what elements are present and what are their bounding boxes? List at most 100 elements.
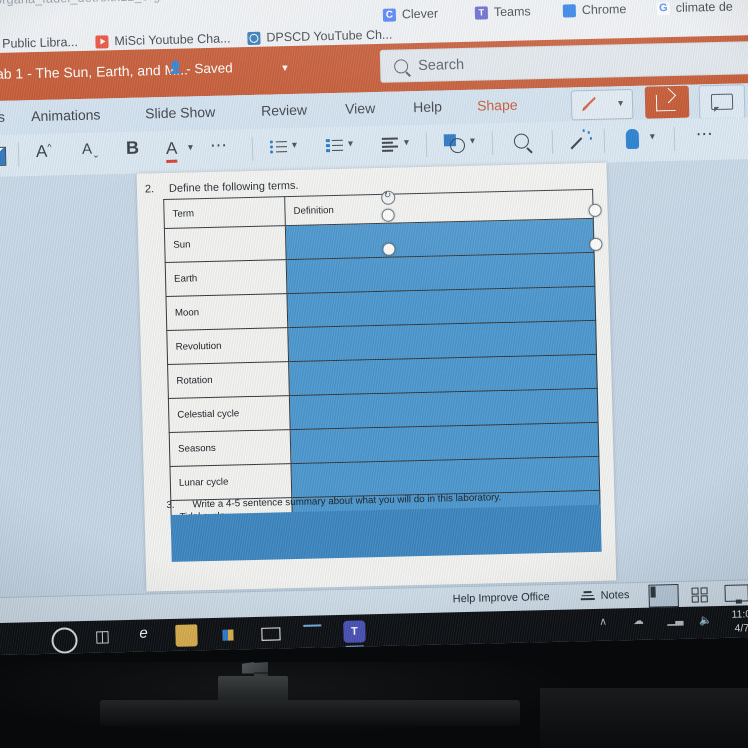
decrease-font-size-icon[interactable]: A⌄: [82, 141, 100, 161]
bold-icon[interactable]: B: [126, 138, 139, 159]
bookmark-teams[interactable]: T Teams: [474, 4, 531, 20]
bookmark-chrome[interactable]: Chrome: [562, 2, 626, 18]
chevron-down-icon[interactable]: ▾: [348, 139, 353, 150]
clock-date: 4/7/2021: [734, 621, 748, 635]
onedrive-icon[interactable]: ☁: [633, 615, 644, 627]
comments-button[interactable]: [698, 84, 746, 120]
address-bar-text[interactable]: morgana_fadel_detroitk12_org/...: [0, 0, 175, 7]
tab-review[interactable]: Review: [261, 102, 307, 119]
slide-canvas-area: 2. Define the following terms. Term Defi…: [0, 158, 748, 602]
term-cell[interactable]: Earth: [165, 259, 287, 297]
save-state-label[interactable]: - Saved: [186, 60, 233, 76]
help-improve-office-link[interactable]: Help Improve Office: [453, 591, 550, 605]
pen-icon: [582, 97, 596, 111]
search-icon: [393, 58, 409, 74]
tab-animations[interactable]: Animations: [31, 106, 101, 124]
bookmark-label: Teams: [493, 4, 531, 20]
numbering-icon[interactable]: [325, 138, 344, 153]
toolbar-divider: [491, 131, 494, 156]
person-icon: 👤: [167, 60, 184, 75]
bookmark-label: Clever: [401, 6, 439, 22]
teams-icon[interactable]: T: [343, 620, 366, 643]
slide-sorter-button[interactable]: [686, 583, 714, 605]
chevron-down-icon[interactable]: ▾: [188, 142, 193, 153]
taskbar-clock[interactable]: 11:08 AM 4/7/2021: [731, 607, 748, 636]
align-icon[interactable]: [381, 136, 399, 152]
question-2-text: Define the following terms.: [168, 179, 299, 195]
question-2-number: 2.: [144, 183, 155, 196]
network-icon[interactable]: ▁▃: [667, 614, 683, 626]
reading-view-button[interactable]: [724, 584, 748, 602]
toolbar-divider: [673, 126, 676, 151]
term-cell[interactable]: Sun: [164, 225, 287, 263]
term-cell[interactable]: Moon: [165, 293, 288, 331]
notes-icon: [580, 591, 595, 601]
task-view-icon[interactable]: ◫: [91, 626, 114, 649]
bookmark-dpscd-youtube[interactable]: DPSCD YouTube Ch...: [247, 27, 393, 45]
share-button[interactable]: [644, 85, 690, 119]
toolbar-divider: [551, 129, 554, 154]
shape-fill-icon[interactable]: [0, 146, 7, 167]
toolbar-divider: [251, 136, 254, 161]
chevron-down-icon[interactable]: ▾: [282, 61, 288, 74]
tab-slide-show[interactable]: Slide Show: [145, 104, 215, 122]
term-cell[interactable]: Seasons: [169, 429, 291, 467]
term-cell[interactable]: Rotation: [167, 361, 290, 399]
chevron-down-icon[interactable]: ▾: [470, 136, 475, 147]
more-commands-icon[interactable]: ⋯: [696, 124, 715, 143]
answer-text-box[interactable]: [170, 504, 602, 562]
chrome-favicon: [562, 3, 577, 18]
screen-content: morgana_fadel_detroitk12_org/... C Cleve…: [0, 0, 748, 656]
tab-view[interactable]: View: [345, 100, 375, 117]
more-font-options-icon[interactable]: ⋯: [210, 135, 229, 154]
notes-button[interactable]: Notes: [601, 589, 630, 602]
ink-icon[interactable]: [625, 128, 640, 150]
chevron-down-icon[interactable]: ▾: [404, 137, 409, 148]
chevron-down-icon[interactable]: ▾: [618, 98, 623, 109]
pen-tool-button[interactable]: ▾: [570, 88, 634, 121]
search-input[interactable]: Search: [379, 40, 748, 83]
file-explorer-icon[interactable]: [175, 624, 198, 647]
search-placeholder: Search: [417, 56, 465, 74]
show-hidden-icons-button[interactable]: ∧: [599, 616, 607, 628]
document-title[interactable]: Lab 1 - The Sun, Earth, and M...: [0, 61, 188, 82]
tab-transitions[interactable]: ions: [0, 109, 5, 126]
tab-shape[interactable]: Shape: [477, 97, 518, 114]
slide[interactable]: 2. Define the following terms. Term Defi…: [136, 162, 617, 592]
bookmark-label: DPSCD YouTube Ch...: [266, 27, 393, 45]
bookmark-public-library[interactable]: oit Public Libra...: [0, 35, 78, 51]
bookmark-label: climate de: [675, 0, 733, 15]
designer-icon[interactable]: [570, 129, 592, 150]
chevron-down-icon[interactable]: ▾: [292, 140, 297, 151]
bookmark-clever[interactable]: C Clever: [382, 6, 439, 22]
increase-font-size-icon[interactable]: A^: [36, 142, 52, 162]
comment-tail-icon: [714, 106, 720, 113]
font-color-icon[interactable]: A: [165, 138, 178, 163]
desk-surface: [540, 688, 748, 748]
term-cell[interactable]: Celestial cycle: [168, 395, 291, 433]
bookmark-label: MiSci Youtube Cha...: [114, 31, 231, 49]
normal-view-button[interactable]: [648, 583, 679, 608]
clever-favicon: C: [382, 7, 397, 22]
teams-favicon: T: [474, 5, 489, 20]
selection-handle-top-right[interactable]: [588, 203, 602, 218]
bookmark-misci-youtube[interactable]: MiSci Youtube Cha...: [95, 31, 231, 49]
google-favicon: G: [656, 1, 670, 15]
cortana-icon[interactable]: [51, 627, 78, 654]
chevron-down-icon[interactable]: ▾: [650, 131, 655, 142]
term-cell[interactable]: Revolution: [166, 327, 289, 365]
find-icon[interactable]: [513, 133, 530, 149]
term-cell[interactable]: Lunar cycle: [169, 463, 292, 501]
keyboard-edge: [100, 700, 520, 726]
selection-handle-mid-right[interactable]: [589, 237, 603, 251]
shapes-icon[interactable]: [443, 134, 466, 154]
youtube-favicon: [95, 34, 109, 49]
bullets-icon[interactable]: [269, 139, 288, 154]
volume-icon[interactable]: 🔈: [699, 613, 712, 626]
tab-help[interactable]: Help: [413, 98, 442, 115]
definitions-table[interactable]: Term Definition Sun Earth Moon Revolutio…: [163, 189, 601, 535]
bookmark-climate[interactable]: G climate de: [656, 0, 733, 15]
bookmark-label: oit Public Libra...: [0, 34, 79, 51]
column-header-term: Term: [163, 196, 286, 229]
toolbar-divider: [425, 132, 428, 157]
